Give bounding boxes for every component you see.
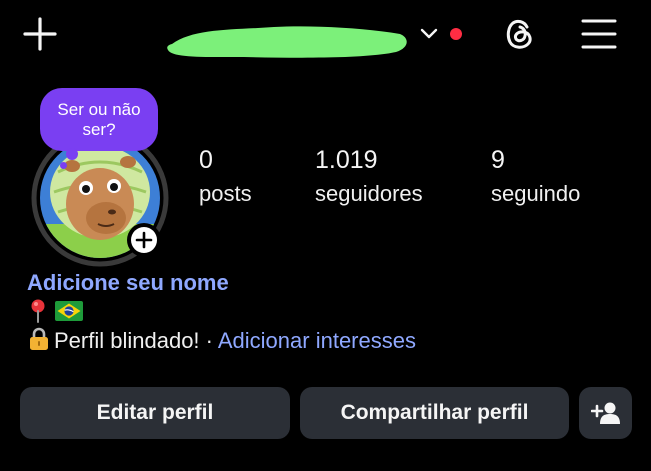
bio-text: Perfil blindado! · [54, 328, 218, 353]
lock-icon [28, 327, 50, 357]
edit-profile-label: Editar perfil [96, 401, 214, 424]
stat-followers-label: seguidores [315, 181, 423, 206]
stat-posts[interactable]: 0 posts [199, 146, 252, 207]
add-name-link[interactable]: Adicione seu nome [27, 270, 229, 296]
chevron-down-icon[interactable] [419, 26, 439, 42]
notification-dot [450, 28, 462, 40]
stat-followers-value: 1.019 [315, 146, 378, 174]
plus-icon[interactable] [22, 16, 58, 52]
share-profile-label: Compartilhar perfil [340, 401, 529, 424]
add-interests-link[interactable]: Adicionar interesses [218, 328, 416, 353]
bio-line-text: Perfil blindado! · Adicionar interesses [28, 327, 416, 357]
profile-note-text: Ser ou não ser? [57, 99, 141, 139]
plus-circle-icon[interactable] [127, 223, 161, 257]
top-bar [0, 0, 651, 70]
discover-people-button[interactable] [579, 387, 632, 439]
edit-profile-button[interactable]: Editar perfil [20, 387, 290, 439]
add-person-icon [590, 401, 621, 425]
hamburger-menu-icon[interactable] [580, 16, 618, 52]
threads-icon[interactable] [499, 14, 539, 54]
brazil-flag-icon [55, 301, 84, 326]
bio-line-location [29, 299, 84, 328]
stat-posts-label: posts [199, 181, 252, 206]
note-bubble-tail-small [60, 162, 67, 169]
note-bubble-tail [66, 148, 78, 160]
stat-following-value: 9 [491, 146, 505, 174]
profile-avatar[interactable] [28, 129, 174, 268]
round-pushpin-icon [29, 299, 47, 328]
stat-posts-value: 0 [199, 146, 213, 174]
username-redaction[interactable] [164, 14, 412, 64]
share-profile-button[interactable]: Compartilhar perfil [300, 387, 569, 439]
stat-following[interactable]: 9 seguindo [491, 146, 580, 207]
profile-note-bubble[interactable]: Ser ou não ser? [40, 88, 158, 151]
stat-followers[interactable]: 1.019 seguidores [315, 146, 423, 207]
stat-following-label: seguindo [491, 181, 581, 206]
